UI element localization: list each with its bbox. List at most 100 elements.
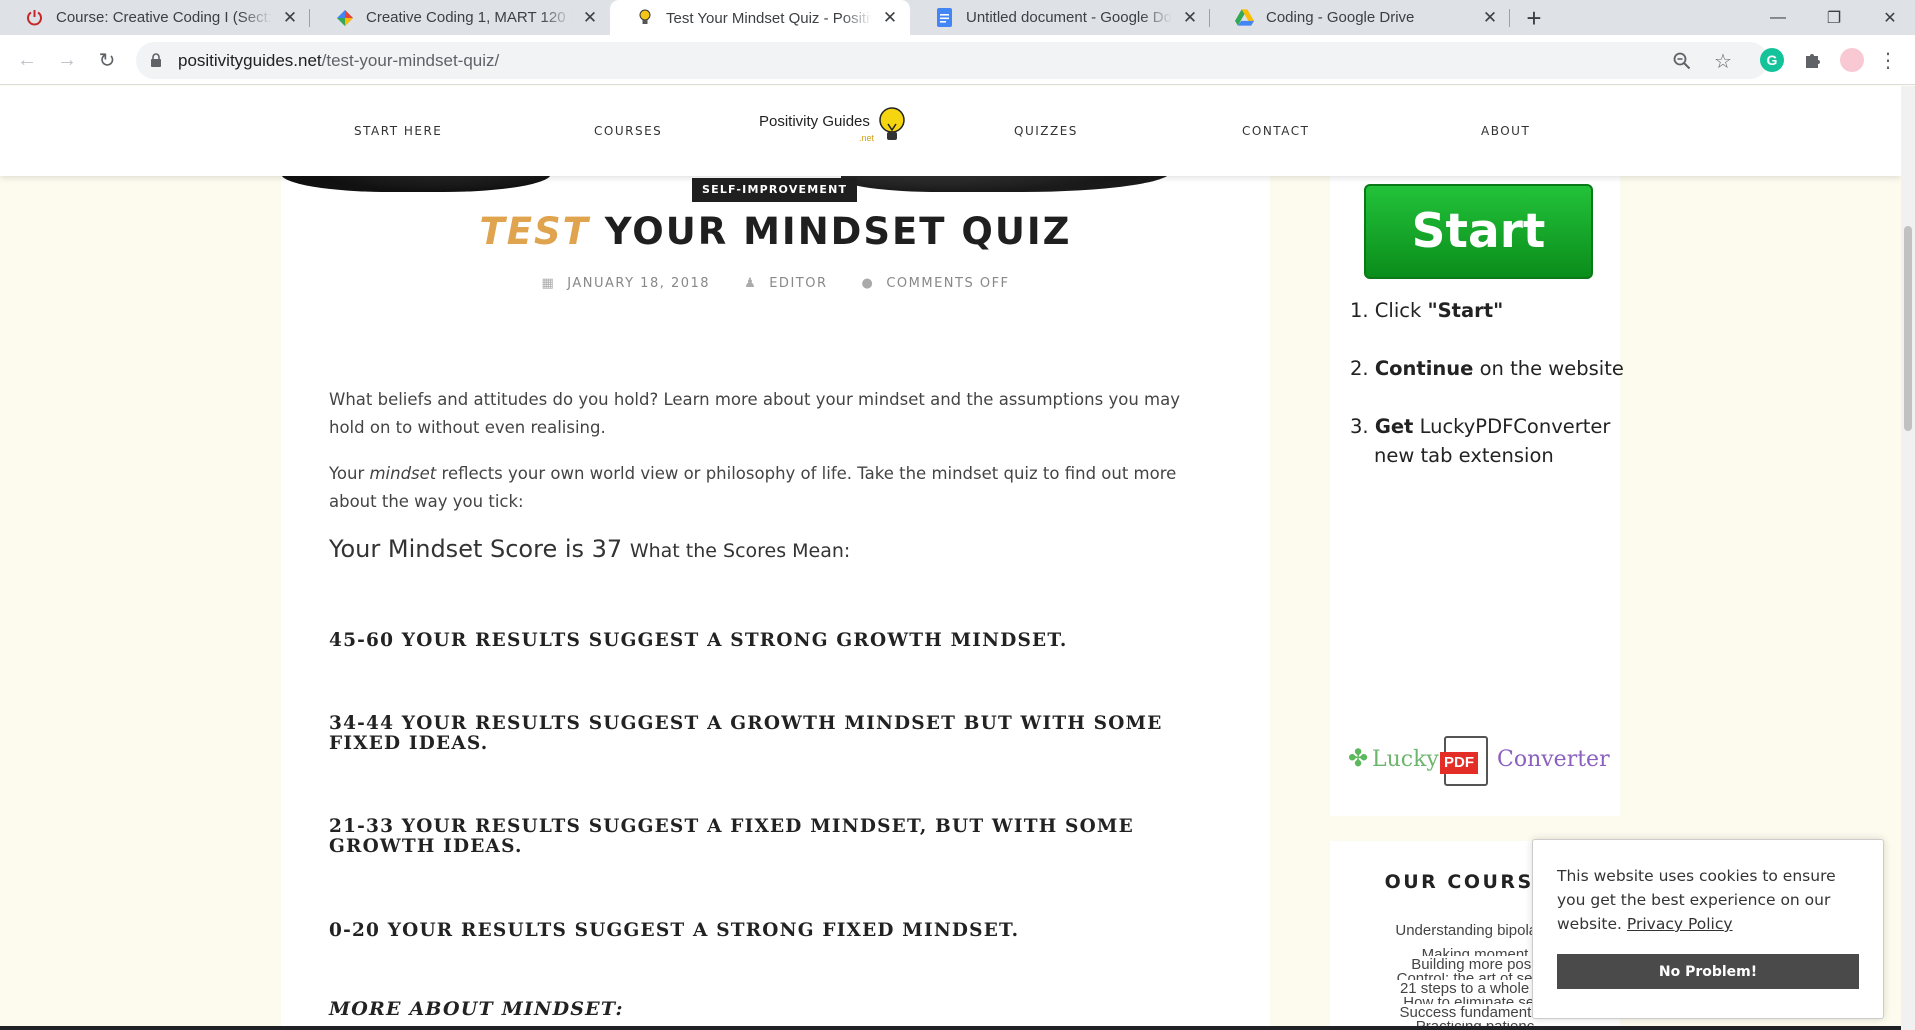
- zoom-icon[interactable]: [1671, 50, 1693, 72]
- no-problem-button[interactable]: No Problem!: [1557, 954, 1859, 989]
- grammarly-icon[interactable]: G: [1760, 48, 1784, 72]
- ad-steps: 1. Click "Start" 2. Continue on the webs…: [1350, 296, 1625, 470]
- privacy-policy-link[interactable]: Privacy Policy: [1627, 915, 1733, 933]
- calendar-icon: ▦: [541, 276, 556, 291]
- title-rest: YOUR MINDSET QUIZ: [604, 210, 1072, 253]
- user-icon: ♟: [744, 276, 758, 291]
- tab-title: Coding - Google Drive: [1266, 9, 1415, 26]
- step-bold: Continue: [1374, 357, 1474, 380]
- pdf-label: PDF: [1440, 752, 1478, 774]
- nav-about[interactable]: ABOUT: [1481, 124, 1530, 138]
- ad-step-3: 3. Get LuckyPDFConverter new tab extensio…: [1350, 412, 1625, 470]
- restore-button[interactable]: ❐: [1806, 0, 1862, 35]
- url-text: positivityguides.net/test-your-mindset-q…: [178, 51, 499, 71]
- title-accent: TEST: [479, 210, 590, 253]
- address-bar[interactable]: positivityguides.net/test-your-mindset-q…: [136, 42, 1768, 79]
- reload-icon[interactable]: ↻: [94, 47, 120, 73]
- p2-italic: mindset: [369, 464, 437, 483]
- close-window-button[interactable]: ✕: [1862, 0, 1915, 35]
- step-text: LuckyPDFConverter: [1413, 415, 1611, 438]
- google-docs-icon: [935, 8, 954, 27]
- url-path: /test-your-mindset-quiz/: [321, 51, 500, 70]
- logo-subtext: .net: [859, 133, 875, 143]
- step-bold: "Start": [1427, 299, 1504, 322]
- result-range: 34-44 YOUR RESULTS SUGGEST A GROWTH MIND…: [329, 713, 1163, 754]
- nav-contact[interactable]: CONTACT: [1242, 124, 1309, 138]
- score-meaning-label: What the Scores Mean:: [629, 540, 851, 562]
- forward-icon[interactable]: →: [54, 47, 80, 73]
- result-range: 21-33 YOUR RESULTS SUGGEST A FIXED MINDS…: [329, 816, 1134, 857]
- page-scrollbar[interactable]: [1901, 86, 1915, 1030]
- p2-before: Your: [329, 464, 370, 483]
- browser-toolbar: ← → ↻ positivityguides.net/test-your-min…: [0, 35, 1915, 85]
- page-title: TEST YOUR MINDSET QUIZ: [281, 210, 1270, 253]
- site-header: START HERE COURSES Positivity Guides .ne…: [0, 86, 1901, 176]
- result-range: 45-60 YOUR RESULTS SUGGEST A STRONG GROW…: [329, 630, 1068, 651]
- mindset-paragraph: Your mindset reflects your own world vie…: [329, 460, 1219, 516]
- tab-google-doc[interactable]: Untitled document - Google Doc ✕: [910, 0, 1210, 35]
- star-icon[interactable]: ☆: [1712, 50, 1734, 73]
- tab-creative-coding[interactable]: Creative Coding 1, MART 120 | La ✕: [310, 0, 610, 35]
- nav-start-here[interactable]: START HERE: [354, 124, 442, 138]
- tab-strip: Course: Creative Coding I (Sect: 5 ✕ Cre…: [0, 0, 1915, 36]
- tab-title: Untitled document - Google Doc: [966, 9, 1172, 26]
- score-line: Your Mindset Score is 37 What the Scores…: [329, 535, 850, 563]
- p2-after: reflects your own world view or philosop…: [329, 464, 1177, 511]
- intro-paragraph: What beliefs and attitudes do you hold? …: [329, 390, 1180, 437]
- hero-image-part: [281, 176, 551, 192]
- start-button[interactable]: Start: [1364, 184, 1593, 279]
- step-text: 3.: [1350, 415, 1375, 438]
- step-text: new tab extension: [1374, 444, 1554, 467]
- tab-title: Test Your Mindset Quiz - Positivit: [666, 9, 872, 27]
- url-host: positivityguides.net: [178, 51, 322, 70]
- close-icon[interactable]: ✕: [1180, 8, 1200, 28]
- minimize-button[interactable]: —: [1750, 0, 1806, 35]
- nav-courses[interactable]: COURSES: [594, 124, 662, 138]
- site-logo[interactable]: Positivity Guides .net: [759, 106, 914, 156]
- result-range: 0-20 YOUR RESULTS SUGGEST A STRONG FIXED…: [329, 920, 1020, 941]
- power-icon: [25, 8, 44, 27]
- close-icon[interactable]: ✕: [280, 8, 300, 28]
- cookie-consent-popup: This website uses cookies to ensure you …: [1532, 839, 1884, 1019]
- back-icon[interactable]: ←: [14, 47, 40, 73]
- ad-step-1: 1. Click "Start": [1350, 296, 1625, 325]
- close-icon[interactable]: ✕: [880, 8, 900, 28]
- colorful-diamond-icon: [335, 8, 354, 27]
- brand-lucky: Lucky: [1372, 747, 1439, 772]
- step-text: 1. Click: [1350, 299, 1428, 322]
- score-text: Your Mindset Score is 37: [329, 535, 623, 563]
- profile-avatar[interactable]: [1840, 48, 1864, 72]
- logo-text: Positivity Guides: [759, 113, 870, 130]
- nav-quizzes[interactable]: QUIZZES: [1014, 124, 1078, 138]
- tab-mindset-quiz[interactable]: Test Your Mindset Quiz - Positivit ✕: [610, 0, 910, 36]
- window-bottom-edge: [0, 1026, 1901, 1030]
- article-card: [281, 176, 1270, 1030]
- step-bold: Get: [1374, 415, 1414, 438]
- sidebar-ad: Start 1. Click "Start" 2. Continue on th…: [1330, 176, 1624, 816]
- google-drive-icon: [1235, 8, 1254, 27]
- close-icon[interactable]: ✕: [1480, 8, 1500, 28]
- post-date-text: JANUARY 18, 2018: [567, 276, 711, 291]
- hero-image-part: [841, 176, 1171, 192]
- lucky-pdf-logo[interactable]: ✤ Lucky PDF Converter: [1348, 728, 1618, 788]
- menu-kebab-icon[interactable]: ⋮: [1876, 48, 1900, 72]
- clover-icon: ✤: [1348, 745, 1369, 772]
- post-meta: ▦ JANUARY 18, 2018 ♟ EDITOR ● COMMENTS OFF: [281, 276, 1270, 291]
- new-tab-button[interactable]: +: [1520, 3, 1548, 33]
- tab-title: Creative Coding 1, MART 120 | La: [366, 9, 572, 26]
- step-text: 2.: [1350, 357, 1375, 380]
- ad-step-2: 2. Continue on the website: [1350, 354, 1625, 383]
- post-author-text: EDITOR: [769, 276, 828, 291]
- lock-icon: [150, 53, 162, 73]
- close-icon[interactable]: ✕: [580, 8, 600, 28]
- step-text: on the website: [1473, 357, 1624, 380]
- pdf-file-icon: PDF: [1440, 736, 1488, 786]
- tab-google-drive[interactable]: Coding - Google Drive ✕: [1210, 0, 1510, 35]
- cookie-message: This website uses cookies to ensure you …: [1557, 864, 1867, 936]
- tab-title: Course: Creative Coding I (Sect: 5: [56, 9, 272, 26]
- tab-course[interactable]: Course: Creative Coding I (Sect: 5 ✕: [0, 0, 310, 35]
- category-badge[interactable]: SELF-IMPROVEMENT: [692, 178, 858, 202]
- scrollbar-thumb[interactable]: [1904, 226, 1912, 431]
- extensions-puzzle-icon[interactable]: [1800, 48, 1824, 72]
- post-author[interactable]: ♟ EDITOR: [744, 276, 827, 291]
